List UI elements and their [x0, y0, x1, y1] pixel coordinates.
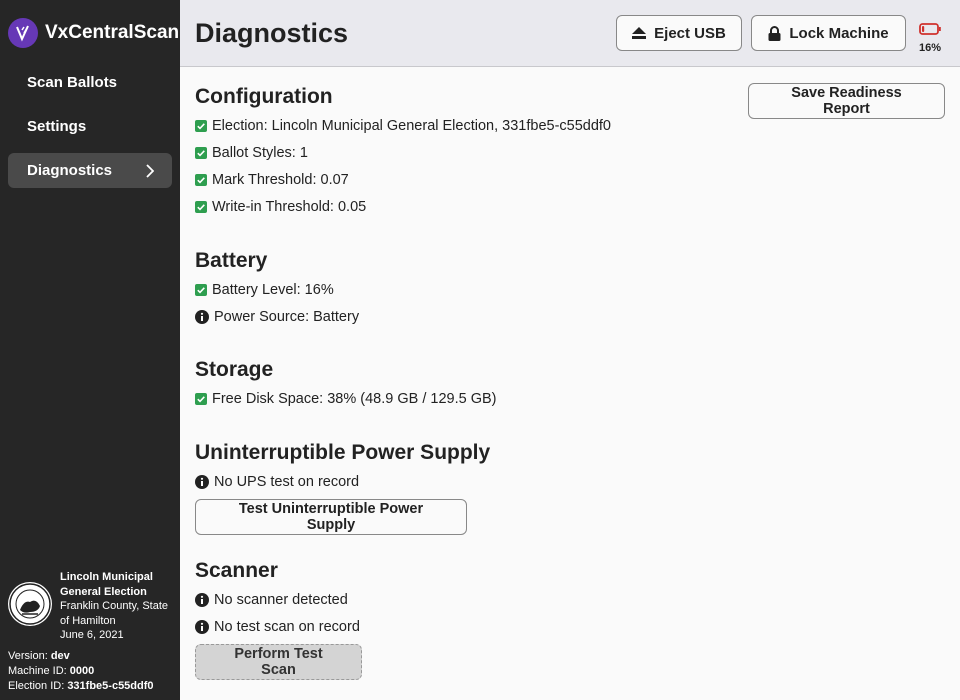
- vx-logo-icon: [8, 18, 38, 48]
- config-mark-threshold-text: Mark Threshold: 0.07: [212, 171, 349, 188]
- app-name: VxCentralScan: [45, 22, 180, 43]
- config-write-in-threshold-text: Write-in Threshold: 0.05: [212, 198, 367, 215]
- scanner-status-row: No scanner detected: [195, 586, 362, 613]
- power-source-row: Power Source: Battery: [195, 303, 359, 330]
- scanner-status-text: No scanner detected: [214, 591, 348, 608]
- election-id-value: 331fbe5-c55ddf0: [67, 680, 154, 692]
- page-title: Diagnostics: [195, 18, 349, 48]
- perform-test-scan-button[interactable]: Perform Test Scan: [195, 644, 362, 680]
- config-write-in-threshold-row: Write-in Threshold: 0.05: [195, 193, 611, 220]
- config-ballot-styles-text: Ballot Styles: 1: [212, 144, 308, 161]
- info-icon: [195, 592, 209, 607]
- election-id-label: Election ID:: [8, 680, 65, 692]
- sidebar-nav: Scan Ballots Settings Diagnostics: [8, 65, 172, 197]
- sidebar-item-diagnostics[interactable]: Diagnostics: [8, 153, 172, 188]
- page-header: Diagnostics Eject USB Lock Machine 16%: [180, 0, 960, 67]
- battery-percent: 16%: [918, 42, 942, 54]
- election-details: Lincoln Municipal General Election Frank…: [60, 570, 176, 643]
- diagnostics-content: Save Readiness Report Configuration Elec…: [180, 68, 960, 700]
- scanner-heading: Scanner: [195, 559, 278, 582]
- machine-id-row: Machine ID: 0000: [8, 664, 154, 679]
- sidebar-item-label: Scan Ballots: [27, 74, 118, 91]
- election-info-block: Lincoln Municipal General Election Frank…: [8, 570, 176, 643]
- machine-id-value: 0000: [69, 665, 95, 677]
- lock-machine-label: Lock Machine: [789, 24, 889, 42]
- test-scan-status-text: No test scan on record: [214, 618, 360, 635]
- configuration-section: Configuration Election: Lincoln Municipa…: [195, 82, 611, 220]
- lock-machine-button[interactable]: Lock Machine: [751, 15, 906, 51]
- free-disk-space-row: Free Disk Space: 38% (48.9 GB / 129.5 GB…: [195, 385, 497, 412]
- ups-section: Uninterruptible Power Supply No UPS test…: [195, 438, 490, 535]
- check-icon: [195, 119, 207, 132]
- lock-icon: [768, 25, 781, 41]
- sidebar-item-label: Settings: [27, 118, 87, 135]
- election-id-row: Election ID: 331fbe5-c55ddf0: [8, 679, 154, 694]
- save-readiness-report-button[interactable]: Save Readiness Report: [748, 83, 945, 119]
- sidebar-item-scan-ballots[interactable]: Scan Ballots: [8, 65, 172, 100]
- machine-id-label: Machine ID:: [8, 665, 67, 677]
- machine-meta: Version: dev Machine ID: 0000 Election I…: [8, 649, 154, 694]
- free-disk-space-text: Free Disk Space: 38% (48.9 GB / 129.5 GB…: [212, 390, 497, 407]
- config-election-row: Election: Lincoln Municipal General Elec…: [195, 112, 611, 139]
- config-mark-threshold-row: Mark Threshold: 0.07: [195, 166, 611, 193]
- check-icon: [195, 146, 207, 159]
- battery-level-row: Battery Level: 16%: [195, 276, 359, 303]
- check-icon: [195, 200, 207, 213]
- eject-usb-button[interactable]: Eject USB: [616, 15, 742, 51]
- config-election-text: Election: Lincoln Municipal General Elec…: [212, 117, 611, 134]
- version-value: dev: [50, 650, 70, 662]
- eject-usb-label: Eject USB: [654, 24, 726, 42]
- storage-heading: Storage: [195, 358, 274, 381]
- battery-level-text: Battery Level: 16%: [212, 281, 334, 298]
- sidebar-item-label: Diagnostics: [27, 162, 113, 179]
- sidebar-item-settings[interactable]: Settings: [8, 109, 172, 144]
- sidebar: VxCentralScan Scan Ballots Settings Diag…: [0, 0, 180, 700]
- check-icon: [195, 392, 207, 405]
- election-date: June 6, 2021: [60, 629, 124, 641]
- election-title: Lincoln Municipal General Election: [60, 571, 153, 598]
- election-county: Franklin County, State of Hamilton: [60, 600, 169, 627]
- info-icon: [195, 309, 209, 324]
- power-source-text: Power Source: Battery: [214, 308, 360, 325]
- ups-heading: Uninterruptible Power Supply: [195, 441, 491, 464]
- ups-status-text: No UPS test on record: [214, 473, 360, 490]
- app-brand: VxCentralScan: [8, 18, 179, 48]
- scanner-section: Scanner No scanner detected No test scan…: [195, 556, 362, 680]
- test-ups-button[interactable]: Test Uninterruptible Power Supply: [195, 499, 467, 535]
- check-icon: [195, 283, 207, 296]
- check-icon: [195, 173, 207, 186]
- battery-heading: Battery: [195, 249, 268, 272]
- version-label: Version:: [8, 650, 48, 662]
- info-icon: [195, 619, 209, 634]
- test-scan-status-row: No test scan on record: [195, 613, 362, 640]
- battery-section: Battery Battery Level: 16% Power Source:…: [195, 246, 359, 330]
- eject-icon: [632, 27, 647, 39]
- configuration-heading: Configuration: [195, 85, 333, 108]
- battery-indicator: 16%: [918, 22, 942, 54]
- ups-status-row: No UPS test on record: [195, 468, 490, 495]
- state-seal-icon: [8, 582, 52, 626]
- version-row: Version: dev: [8, 649, 154, 664]
- info-icon: [195, 474, 209, 489]
- chevron-right-icon: [146, 163, 154, 178]
- storage-section: Storage Free Disk Space: 38% (48.9 GB / …: [195, 355, 497, 412]
- config-ballot-styles-row: Ballot Styles: 1: [195, 139, 611, 166]
- battery-low-icon: [919, 23, 941, 35]
